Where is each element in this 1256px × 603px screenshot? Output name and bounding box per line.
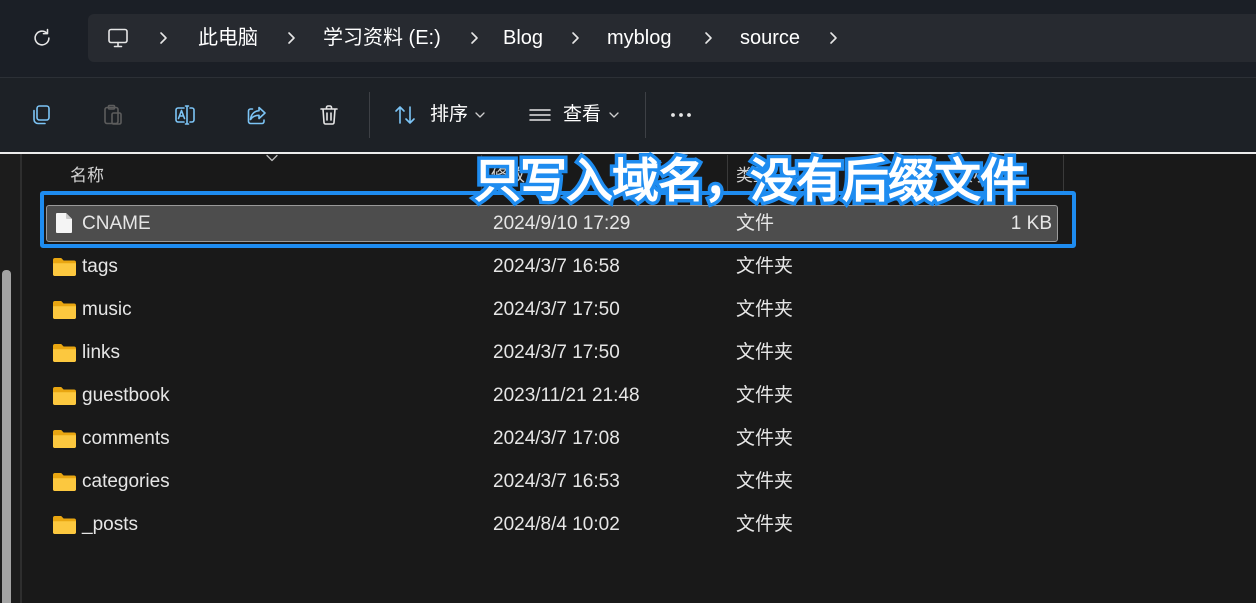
sort-button[interactable]: 排序 (385, 95, 493, 135)
sort-icon (395, 106, 415, 124)
file-modified-date: 2024/3/7 16:58 (493, 256, 620, 277)
folder-icon (52, 386, 77, 406)
folder-icon (52, 257, 77, 277)
file-name: categories (82, 471, 170, 492)
file-modified-date: 2024/3/7 16:53 (493, 471, 620, 492)
chevron-right-icon[interactable] (469, 31, 479, 45)
file-row[interactable]: _posts 2024/8/4 10:02 文件夹 (24, 503, 1064, 546)
breadcrumb-item-drive[interactable]: 学习资料 (E:) (323, 14, 441, 62)
more-options-button[interactable] (661, 95, 701, 135)
share-icon (247, 106, 266, 125)
paste-icon (104, 104, 122, 125)
address-bar[interactable]: 此电脑 学习资料 (E:) Blog myblog source (88, 14, 1256, 62)
chevron-right-icon[interactable] (703, 31, 713, 45)
chevron-right-icon[interactable] (570, 31, 580, 45)
file-name: music (82, 299, 132, 320)
chevron-right-icon[interactable] (158, 31, 168, 45)
chevron-down-icon (609, 112, 619, 118)
file-row[interactable]: music 2024/3/7 17:50 文件夹 (24, 288, 1064, 331)
sort-label: 排序 (430, 104, 469, 125)
folder-icon (52, 300, 77, 320)
more-icon (671, 113, 691, 117)
command-bar: 排序 查看 (0, 78, 1256, 152)
file-type: 文件夹 (736, 385, 794, 406)
file-name: tags (82, 256, 118, 277)
folder-icon (52, 515, 77, 535)
copy-button[interactable] (21, 95, 61, 135)
file-row[interactable]: guestbook 2023/11/21 21:48 文件夹 (24, 374, 1064, 417)
view-icon (529, 109, 551, 121)
breadcrumb-item-myblog[interactable]: myblog (607, 14, 671, 62)
file-name: links (82, 342, 121, 363)
refresh-icon (34, 28, 50, 46)
file-modified-date: 2023/11/21 21:48 (493, 385, 640, 406)
file-type: 文件夹 (736, 428, 794, 449)
chevron-right-icon[interactable] (286, 31, 296, 45)
breadcrumb-item-this-pc[interactable]: 此电脑 (198, 14, 258, 62)
file-type: 文件夹 (736, 471, 794, 492)
breadcrumb-item-blog[interactable]: Blog (503, 14, 543, 62)
column-divider[interactable] (1063, 155, 1064, 195)
folder-icon (52, 343, 77, 363)
breadcrumb-item-source[interactable]: source (740, 14, 800, 62)
share-button[interactable] (237, 95, 277, 135)
folder-icon (52, 429, 77, 449)
file-row[interactable]: tags 2024/3/7 16:58 文件夹 (24, 245, 1064, 288)
file-name: _posts (82, 514, 138, 535)
chevron-right-icon[interactable] (828, 31, 838, 45)
file-type: 文件夹 (736, 256, 794, 277)
annotation-text: 只写入域名，没有后缀文件 (474, 154, 1027, 209)
refresh-button[interactable] (24, 20, 60, 56)
file-modified-date: 2024/3/7 17:08 (493, 428, 620, 449)
rename-icon (175, 105, 195, 125)
column-header-name[interactable]: 名称 (70, 165, 104, 187)
file-row[interactable]: comments 2024/3/7 17:08 文件夹 (24, 417, 1064, 460)
delete-button[interactable] (309, 95, 349, 135)
file-modified-date: 2024/3/7 17:50 (493, 299, 620, 320)
file-list: CNAME 2024/9/10 17:29 文件 1 KB tags 2024/3/7 1… (0, 202, 1256, 552)
delete-icon (320, 105, 338, 125)
file-name: guestbook (82, 385, 170, 406)
view-label: 查看 (563, 104, 602, 125)
toolbar-divider (645, 92, 646, 138)
file-type: 文件夹 (736, 342, 794, 363)
copy-icon (33, 105, 50, 125)
chevron-down-icon (475, 112, 485, 118)
file-modified-date: 2024/8/4 10:02 (493, 514, 620, 535)
paste-button[interactable] (93, 95, 133, 135)
folder-icon (52, 472, 77, 492)
sort-indicator-icon (266, 154, 278, 162)
computer-icon[interactable] (106, 26, 130, 50)
file-row[interactable]: links 2024/3/7 17:50 文件夹 (24, 331, 1064, 374)
file-name: comments (82, 428, 170, 449)
title-address-bar: 此电脑 学习资料 (E:) Blog myblog source (0, 0, 1256, 78)
view-button[interactable]: 查看 (519, 95, 629, 135)
file-modified-date: 2024/3/7 17:50 (493, 342, 620, 363)
file-type: 文件夹 (736, 299, 794, 320)
file-type: 文件夹 (736, 514, 794, 535)
file-row[interactable]: categories 2024/3/7 16:53 文件夹 (24, 460, 1064, 503)
rename-button[interactable] (165, 95, 205, 135)
toolbar-divider (369, 92, 370, 138)
